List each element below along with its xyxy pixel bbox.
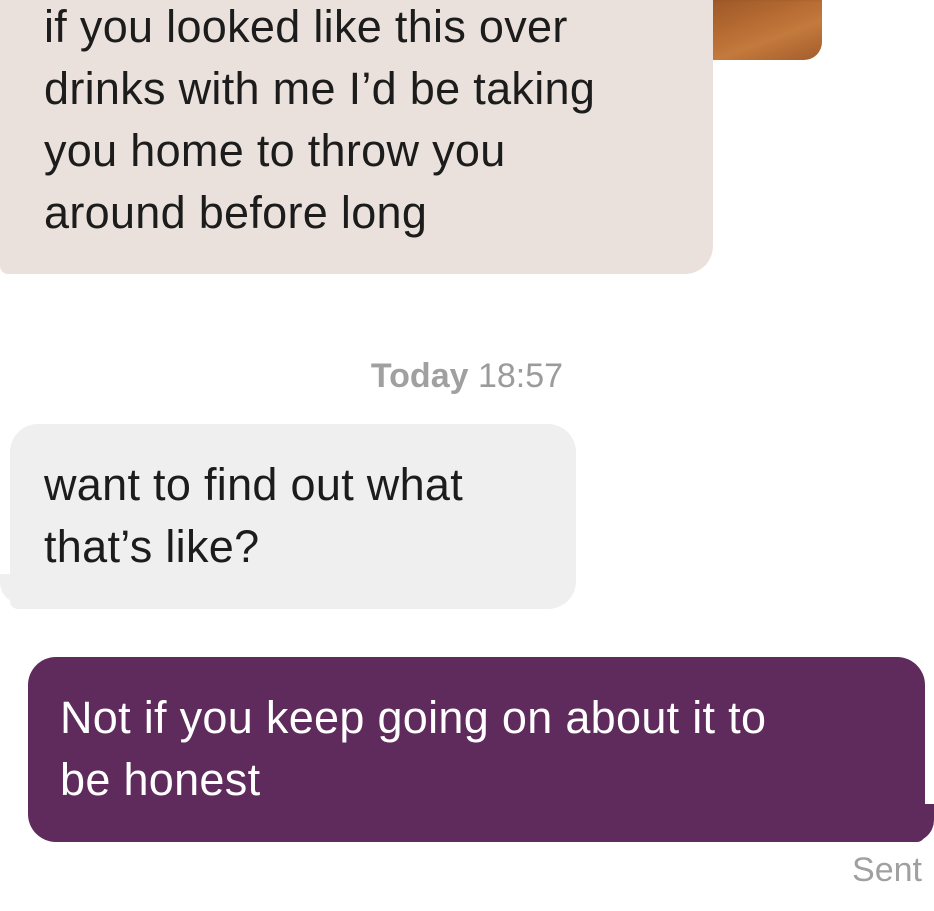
sent-message-bubble[interactable]: Not if you keep going on about it to be … (28, 657, 925, 842)
message-timestamp: Today 18:57 (0, 352, 934, 400)
timestamp-time: 18:57 (477, 357, 564, 395)
delivery-status: Sent (852, 851, 922, 889)
chat-thread: if you looked like this over drinks with… (0, 0, 934, 911)
received-message-bubble[interactable]: if you looked like this over drinks with… (0, 0, 713, 274)
timestamp-day: Today (370, 357, 469, 395)
shared-photo-thumbnail[interactable] (712, 0, 822, 60)
received-message-bubble[interactable]: want to find out what that’s like? (10, 424, 576, 609)
